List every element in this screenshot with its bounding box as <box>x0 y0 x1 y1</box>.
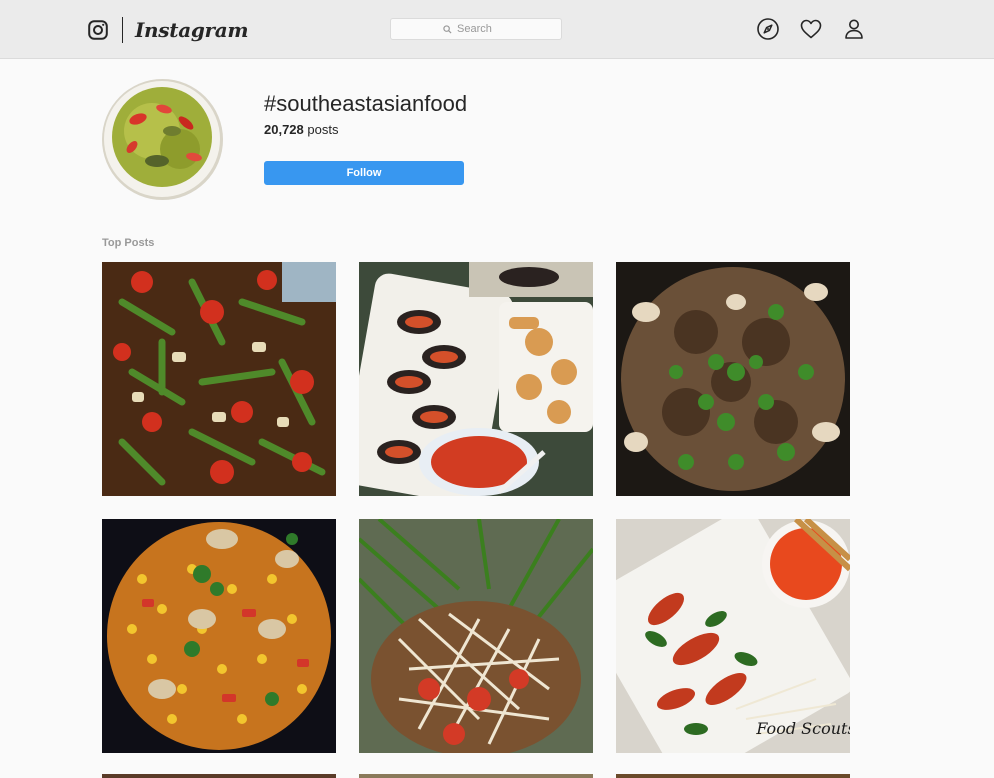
post-tile-1[interactable] <box>102 262 336 496</box>
heart-icon[interactable] <box>799 17 823 41</box>
post-image: Food Scouts <box>616 519 850 753</box>
profile-icon[interactable] <box>842 17 866 41</box>
post-tile-6[interactable]: Food Scouts <box>616 519 850 753</box>
explore-compass-icon[interactable] <box>756 17 780 41</box>
post-count-suffix: posts <box>307 122 339 137</box>
post-image <box>359 262 593 496</box>
hashtag-title: #southeastasianfood <box>264 91 468 116</box>
hashtag-profile-image <box>102 79 223 200</box>
post-tile-2[interactable] <box>359 262 593 496</box>
instagram-glyph-icon[interactable] <box>88 20 108 40</box>
post-image <box>359 519 593 753</box>
post-image <box>102 262 336 496</box>
post-count-number: 20,728 <box>264 122 304 137</box>
post-image <box>102 519 336 753</box>
post-count: 20,728 posts <box>264 122 338 138</box>
top-navigation-bar: Instagram <box>0 0 994 59</box>
search-box[interactable] <box>390 18 562 40</box>
post-6-caption: Food Scouts <box>755 719 850 738</box>
instagram-wordmark[interactable]: Instagram <box>135 18 249 42</box>
follow-button[interactable]: Follow <box>264 161 464 185</box>
top-posts-label: Top Posts <box>102 237 155 249</box>
nav-icons <box>737 17 866 41</box>
post-tile-5[interactable] <box>359 519 593 753</box>
post-image <box>616 262 850 496</box>
post-tile-4[interactable] <box>102 519 336 753</box>
post-tile-7-peek[interactable] <box>102 774 336 778</box>
search-icon <box>443 24 452 34</box>
post-tile-9-peek[interactable] <box>616 774 850 778</box>
brand-separator <box>122 17 123 43</box>
search-input[interactable] <box>457 23 509 35</box>
post-tile-8-peek[interactable] <box>359 774 593 778</box>
brand-logo[interactable]: Instagram <box>88 17 249 43</box>
post-tile-3[interactable] <box>616 262 850 496</box>
green-curry-image <box>102 79 223 200</box>
